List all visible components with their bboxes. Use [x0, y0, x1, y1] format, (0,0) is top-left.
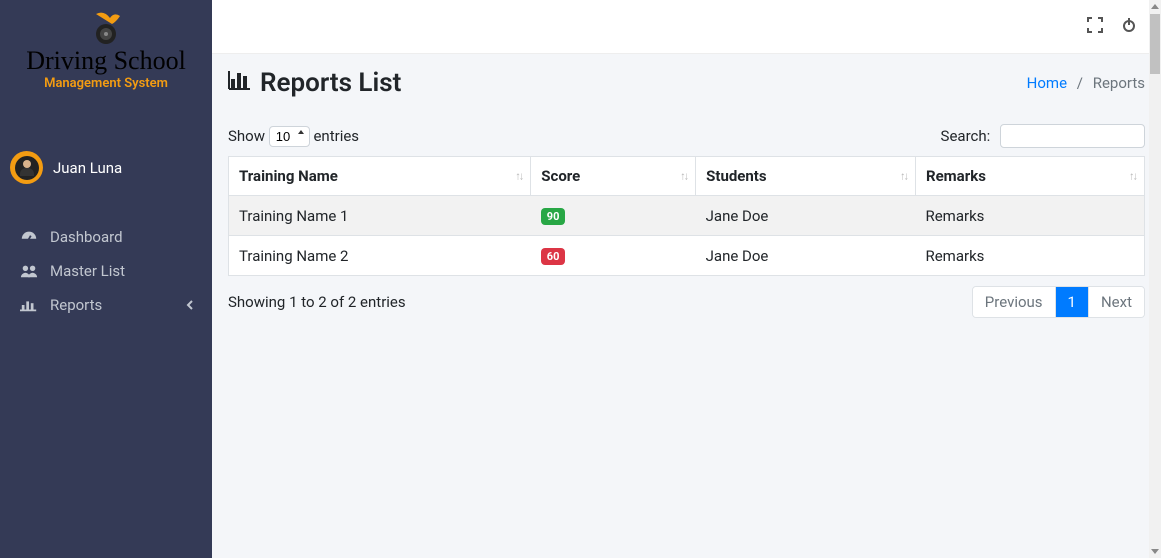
cell-score: 60: [531, 236, 696, 276]
sidebar-item-label: Dashboard: [50, 228, 123, 246]
bar-chart-icon: [228, 68, 252, 98]
dashboard-icon: [18, 228, 40, 246]
table-row: Training Name 2 60 Jane DoeRemarks: [229, 236, 1145, 276]
page-title: Reports List: [228, 68, 401, 98]
cell-training: Training Name 1: [229, 196, 531, 236]
scroll-thumb[interactable]: [1150, 14, 1160, 74]
brand-subtitle: Management System: [44, 76, 168, 91]
sidebar-item-master-list[interactable]: Master List: [8, 254, 204, 288]
length-suffix: entries: [313, 127, 359, 145]
score-badge: 90: [541, 208, 566, 225]
search-label: Search:: [941, 127, 991, 145]
bar-chart-icon: [18, 296, 40, 314]
chevron-left-icon: [186, 296, 194, 314]
table-controls: Show 10 entries Search:: [228, 124, 1145, 148]
pagination-next[interactable]: Next: [1088, 287, 1144, 317]
power-icon[interactable]: [1121, 17, 1137, 37]
vertical-scrollbar[interactable]: [1149, 0, 1161, 558]
length-select[interactable]: 10: [269, 126, 310, 147]
topbar: [212, 0, 1161, 54]
user-name: Juan Luna: [53, 159, 122, 177]
table-search: Search:: [941, 124, 1145, 148]
score-badge: 60: [541, 248, 566, 265]
th-students[interactable]: Students↑↓: [696, 157, 916, 196]
user-panel[interactable]: Juan Luna: [0, 141, 212, 194]
length-prefix: Show: [228, 127, 265, 145]
sidebar-item-label: Master List: [50, 262, 125, 280]
th-score[interactable]: Score↑↓: [531, 157, 696, 196]
fullscreen-icon[interactable]: [1087, 17, 1103, 37]
th-training[interactable]: Training Name↑↓: [229, 157, 531, 196]
scroll-up-arrow-icon[interactable]: [1151, 4, 1159, 9]
th-remarks[interactable]: Remarks↑↓: [915, 157, 1144, 196]
table-row: Training Name 1 90 Jane DoeRemarks: [229, 196, 1145, 236]
sort-icon: ↑↓: [680, 170, 687, 183]
sidebar: Driving School Management System Juan Lu…: [0, 0, 212, 558]
scroll-down-arrow-icon[interactable]: [1151, 549, 1159, 554]
brand-logo: [86, 8, 126, 48]
brand-title: Driving School: [26, 48, 186, 74]
cell-students: Jane Doe: [696, 236, 916, 276]
breadcrumb-sep: /: [1077, 74, 1083, 92]
reports-card: Show 10 entries Search: Training Name↑↓ …: [212, 108, 1161, 324]
sidebar-item-reports[interactable]: Reports: [8, 288, 204, 322]
users-icon: [18, 262, 40, 280]
table-footer: Showing 1 to 2 of 2 entries Previous 1 N…: [228, 286, 1145, 318]
sidebar-nav: Dashboard Master List Reports: [0, 212, 212, 330]
main-content: Reports List Home / Reports Show 10 entr…: [212, 0, 1161, 558]
avatar: [10, 151, 43, 184]
reports-table: Training Name↑↓ Score↑↓ Students↑↓ Remar…: [228, 156, 1145, 276]
cell-remarks: Remarks: [915, 236, 1144, 276]
sort-icon: ↑↓: [1129, 170, 1136, 183]
sort-icon: ↑↓: [515, 170, 522, 183]
cell-students: Jane Doe: [696, 196, 916, 236]
breadcrumb-home[interactable]: Home: [1027, 74, 1067, 92]
content-header: Reports List Home / Reports: [212, 54, 1161, 108]
brand: Driving School Management System: [0, 0, 212, 106]
sidebar-item-label: Reports: [50, 296, 102, 314]
table-length: Show 10 entries: [228, 126, 359, 147]
table-info: Showing 1 to 2 of 2 entries: [228, 293, 406, 311]
page-title-text: Reports List: [260, 68, 401, 98]
cell-score: 90: [531, 196, 696, 236]
pagination: Previous 1 Next: [972, 286, 1145, 318]
search-input[interactable]: [1000, 124, 1145, 148]
breadcrumb-current: Reports: [1093, 74, 1145, 92]
sort-icon: ↑↓: [900, 170, 907, 183]
pagination-prev[interactable]: Previous: [973, 287, 1055, 317]
sidebar-item-dashboard[interactable]: Dashboard: [8, 220, 204, 254]
breadcrumb: Home / Reports: [1027, 74, 1145, 92]
pagination-page-1[interactable]: 1: [1055, 287, 1088, 317]
cell-training: Training Name 2: [229, 236, 531, 276]
cell-remarks: Remarks: [915, 196, 1144, 236]
